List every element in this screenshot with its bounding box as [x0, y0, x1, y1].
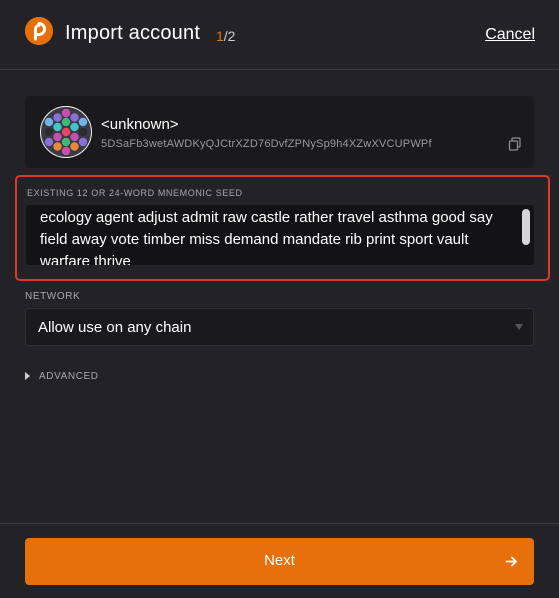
step-current: 1 — [216, 28, 224, 44]
chevron-down-icon[interactable] — [515, 324, 523, 330]
seed-textarea[interactable]: ecology agent adjust admit raw castle ra… — [26, 205, 534, 265]
arrow-right-icon[interactable] — [505, 555, 518, 568]
network-label: NETWORK — [25, 291, 81, 302]
step-indicator: 1/2 — [216, 28, 235, 44]
header: Import account 1/2 Cancel — [0, 0, 559, 70]
seed-label: EXISTING 12 OR 24-WORD MNEMONIC SEED — [27, 188, 243, 198]
advanced-label[interactable]: ADVANCED — [39, 371, 99, 382]
next-button-label[interactable]: Next — [25, 552, 534, 569]
next-button[interactable]: Next — [25, 538, 534, 585]
footer: Next — [0, 523, 559, 598]
seed-field-group: EXISTING 12 OR 24-WORD MNEMONIC SEED eco… — [15, 175, 550, 281]
seed-scrollbar[interactable] — [522, 209, 530, 245]
network-selected-value[interactable]: Allow use on any chain — [38, 319, 191, 336]
cancel-link[interactable]: Cancel — [485, 26, 535, 44]
polkadot-logo-icon — [25, 17, 53, 45]
page-title: Import account — [65, 22, 201, 44]
copy-icon[interactable] — [508, 137, 522, 151]
account-address: 5DSaFb3wetAWDKyQJCtrXZD76DvfZPNySp9h4XZw… — [101, 138, 432, 150]
seed-text[interactable]: ecology agent adjust admit raw castle ra… — [40, 207, 510, 265]
step-total: /2 — [223, 28, 236, 44]
caret-right-icon[interactable] — [25, 372, 30, 380]
account-identicon — [40, 106, 92, 158]
network-select[interactable]: Allow use on any chain — [25, 308, 534, 346]
account-name: <unknown> — [101, 116, 179, 133]
account-card: <unknown> 5DSaFb3wetAWDKyQJCtrXZD76DvfZP… — [25, 96, 534, 168]
